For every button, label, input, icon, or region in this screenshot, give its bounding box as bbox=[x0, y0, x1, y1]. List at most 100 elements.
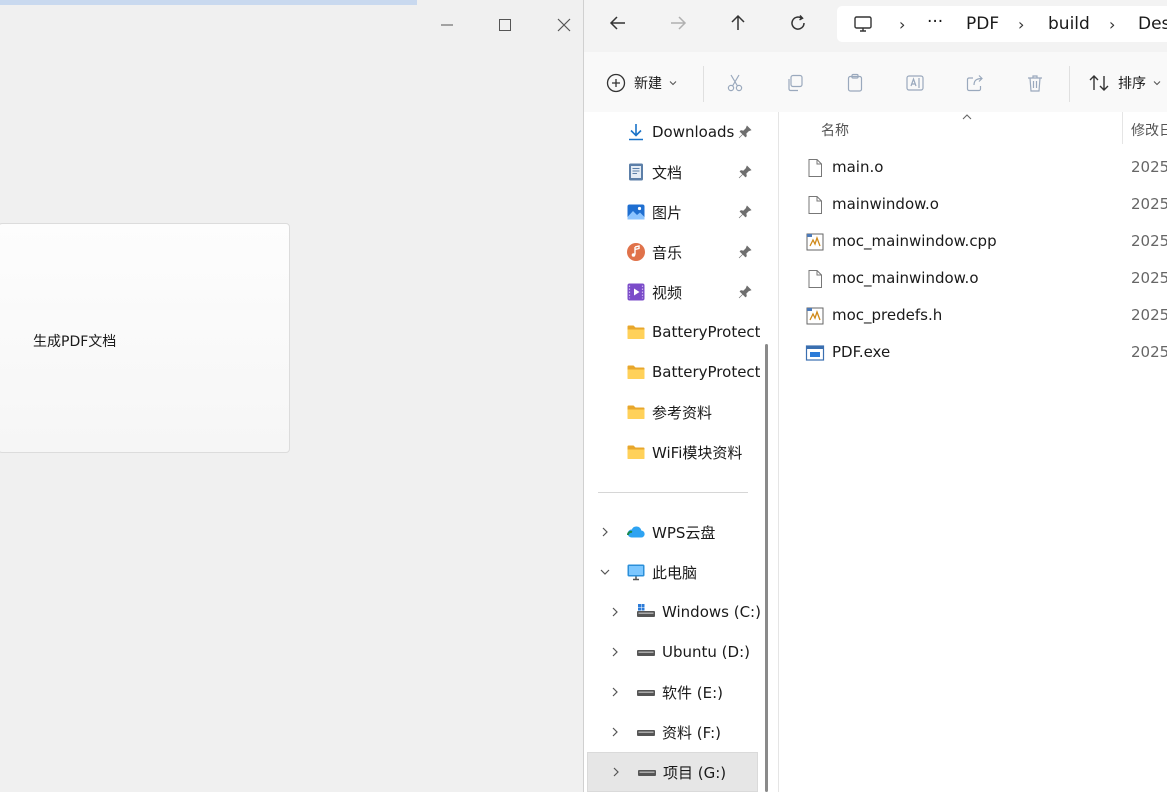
address-bar[interactable]: › ··· PDF › build › Des bbox=[837, 6, 1167, 42]
folder-icon bbox=[626, 442, 646, 462]
folder-icon bbox=[626, 322, 646, 342]
file-row[interactable]: moc_mainwindow.o 2025/ bbox=[779, 260, 1167, 297]
nav-item-music[interactable]: 音乐 bbox=[584, 232, 760, 272]
file-name: main.o bbox=[832, 158, 884, 176]
nav-item-drive-c[interactable]: Windows (C:) bbox=[584, 592, 761, 632]
drive-icon bbox=[636, 722, 656, 742]
nav-item-label: 软件 (E:) bbox=[662, 683, 724, 702]
maximize-button[interactable] bbox=[492, 12, 518, 38]
navigation-bar: › ··· PDF › build › Des bbox=[584, 0, 1167, 52]
column-divider[interactable] bbox=[1122, 112, 1123, 144]
folder-icon bbox=[626, 402, 646, 422]
computer-icon bbox=[626, 562, 646, 582]
toolbar-divider bbox=[703, 66, 704, 102]
breadcrumb-item[interactable]: Des bbox=[1138, 14, 1167, 34]
breadcrumb-more[interactable]: ··· bbox=[927, 12, 943, 32]
nav-item-label: 资料 (F:) bbox=[662, 723, 721, 742]
breadcrumb-item[interactable]: build bbox=[1048, 14, 1090, 34]
chevron-down-icon bbox=[600, 569, 610, 575]
pin-icon bbox=[738, 125, 752, 139]
nav-divider bbox=[598, 492, 748, 493]
file-row[interactable]: moc_mainwindow.cpp 2025/ bbox=[779, 223, 1167, 260]
paste-icon bbox=[847, 73, 863, 92]
delete-button[interactable] bbox=[1025, 68, 1045, 98]
column-header-modified[interactable]: 修改日 bbox=[1131, 120, 1167, 140]
file-name: moc_predefs.h bbox=[832, 306, 943, 324]
file-date: 2025/ bbox=[1131, 158, 1167, 176]
nav-item-downloads[interactable]: Downloads bbox=[584, 112, 760, 152]
share-button[interactable] bbox=[965, 68, 985, 98]
nav-item-label: BatteryProtect bbox=[652, 323, 760, 341]
cloud-icon bbox=[626, 522, 646, 542]
nav-item-wps-cloud[interactable]: WPS云盘 bbox=[584, 512, 760, 552]
file-date: 2025/ bbox=[1131, 269, 1167, 287]
refresh-button[interactable] bbox=[780, 8, 816, 38]
code-file-icon bbox=[806, 307, 824, 325]
nav-item-videos[interactable]: 视频 bbox=[584, 272, 760, 312]
chevron-down-icon bbox=[1153, 81, 1161, 86]
nav-item-label: 视频 bbox=[652, 283, 683, 302]
nav-item-drive-f[interactable]: 资料 (F:) bbox=[584, 712, 760, 752]
rename-button[interactable] bbox=[905, 68, 925, 98]
blank-file-icon bbox=[808, 159, 822, 177]
chevron-down-icon bbox=[669, 81, 677, 86]
pin-icon bbox=[738, 245, 752, 259]
nav-item-documents[interactable]: 文档 bbox=[584, 152, 760, 192]
paste-button[interactable] bbox=[845, 68, 865, 98]
column-header-name[interactable]: 名称 bbox=[821, 120, 849, 140]
generate-pdf-button[interactable]: 生成PDF文档 bbox=[0, 223, 290, 453]
chevron-right-icon bbox=[613, 767, 619, 777]
back-button[interactable] bbox=[600, 8, 636, 38]
toolbar-divider bbox=[1069, 66, 1070, 102]
copy-icon bbox=[788, 74, 803, 92]
close-icon bbox=[557, 18, 571, 32]
pin-icon bbox=[738, 285, 752, 299]
nav-item-folder[interactable]: BatteryProtect bbox=[584, 352, 760, 392]
close-button[interactable] bbox=[551, 12, 577, 38]
nav-item-label: Downloads bbox=[652, 123, 735, 141]
share-icon bbox=[966, 75, 983, 92]
copy-button[interactable] bbox=[785, 68, 805, 98]
sort-icon bbox=[1089, 75, 1109, 91]
minimize-icon bbox=[441, 24, 453, 26]
folder-icon bbox=[626, 362, 646, 382]
music-icon bbox=[626, 242, 646, 262]
chevron-right-icon bbox=[602, 527, 608, 537]
minimize-button[interactable] bbox=[434, 12, 460, 38]
file-row[interactable]: main.o 2025/ bbox=[779, 149, 1167, 186]
drive-icon bbox=[637, 762, 657, 782]
chevron-right-icon: › bbox=[899, 15, 906, 34]
nav-item-folder[interactable]: WiFi模块资料 bbox=[584, 432, 760, 472]
refresh-icon bbox=[791, 14, 805, 30]
exe-file-icon bbox=[805, 345, 825, 361]
nav-item-label: 项目 (G:) bbox=[663, 763, 727, 782]
nav-item-pictures[interactable]: 图片 bbox=[584, 192, 760, 232]
new-button[interactable]: 新建 bbox=[606, 68, 678, 98]
file-row[interactable]: PDF.exe 2025/ bbox=[779, 334, 1167, 371]
file-explorer-window: › ··· PDF › build › Des 新建 排序 Downloads … bbox=[583, 0, 1167, 792]
pictures-icon bbox=[626, 202, 646, 222]
cut-button[interactable] bbox=[725, 68, 745, 98]
nav-item-folder[interactable]: BatteryProtect bbox=[584, 312, 760, 352]
file-row[interactable]: mainwindow.o 2025/ bbox=[779, 186, 1167, 223]
sort-button[interactable]: 排序 bbox=[1088, 68, 1162, 98]
nav-item-this-pc[interactable]: 此电脑 bbox=[584, 552, 760, 592]
app-window: 生成PDF文档 bbox=[0, 0, 583, 792]
chevron-right-icon bbox=[612, 727, 618, 737]
up-button[interactable] bbox=[720, 8, 756, 38]
window-title-strip bbox=[0, 0, 417, 5]
new-label: 新建 bbox=[634, 76, 662, 92]
nav-item-label: 参考资料 bbox=[652, 403, 713, 422]
nav-item-drive-e[interactable]: 软件 (E:) bbox=[584, 672, 760, 712]
nav-item-folder[interactable]: 参考资料 bbox=[584, 392, 760, 432]
nav-item-label: 此电脑 bbox=[652, 563, 698, 582]
breadcrumb-item[interactable]: PDF bbox=[966, 14, 999, 34]
nav-scrollbar[interactable] bbox=[765, 344, 768, 792]
code-file-icon bbox=[806, 233, 824, 251]
file-row[interactable]: moc_predefs.h 2025/ bbox=[779, 297, 1167, 334]
nav-item-drive-g[interactable]: 项目 (G:) bbox=[587, 752, 758, 792]
nav-item-drive-d[interactable]: Ubuntu (D:) bbox=[584, 632, 760, 672]
nav-item-label: WPS云盘 bbox=[652, 523, 716, 542]
forward-button[interactable] bbox=[660, 8, 696, 38]
sort-ascending-icon bbox=[962, 114, 972, 120]
